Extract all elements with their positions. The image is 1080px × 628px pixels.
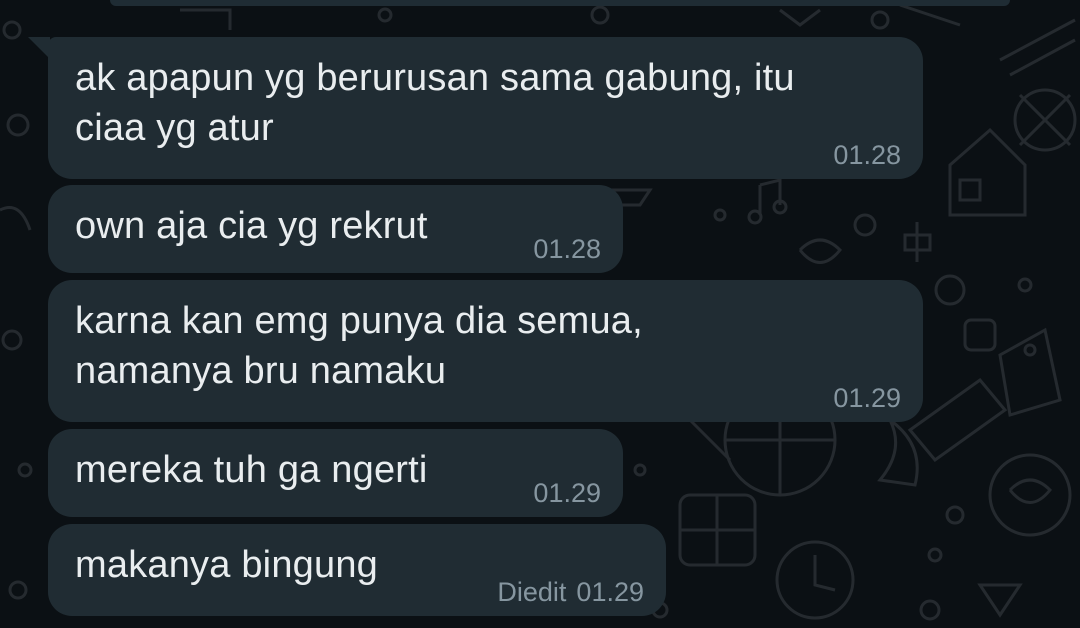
message-meta: 01.28 (523, 233, 601, 265)
message-text: own aja cia yg rekrut (75, 205, 428, 247)
message-meta: 01.28 (823, 139, 901, 171)
message-text: karna kan emg punya dia semua, namanya b… (75, 300, 643, 392)
message-meta: 01.29 (523, 477, 601, 509)
bubble-tail (28, 37, 50, 59)
message-list[interactable]: ak apapun yg berurusan sama gabung, itu … (0, 0, 1080, 628)
message-time: 01.28 (533, 234, 601, 264)
message-time: 01.29 (533, 478, 601, 508)
message-bubble[interactable]: own aja cia yg rekrut 01.28 (48, 185, 623, 273)
message-bubble[interactable]: karna kan emg punya dia semua, namanya b… (48, 280, 923, 422)
message-text: makanya bingung (75, 544, 378, 586)
message-time: 01.29 (576, 577, 644, 607)
message-bubble[interactable]: ak apapun yg berurusan sama gabung, itu … (28, 37, 923, 179)
message-time: 01.29 (833, 383, 901, 413)
message-time: 01.28 (833, 140, 901, 170)
edited-label: Diedit (497, 577, 567, 607)
message-bubble[interactable]: makanya bingung Diedit 01.29 (48, 524, 666, 616)
message-meta: Diedit 01.29 (497, 576, 644, 608)
message-meta: 01.29 (823, 382, 901, 414)
message-text: mereka tuh ga ngerti (75, 449, 428, 491)
message-bubble[interactable]: mereka tuh ga ngerti 01.29 (48, 429, 623, 517)
message-text: ak apapun yg berurusan sama gabung, itu … (75, 57, 795, 149)
